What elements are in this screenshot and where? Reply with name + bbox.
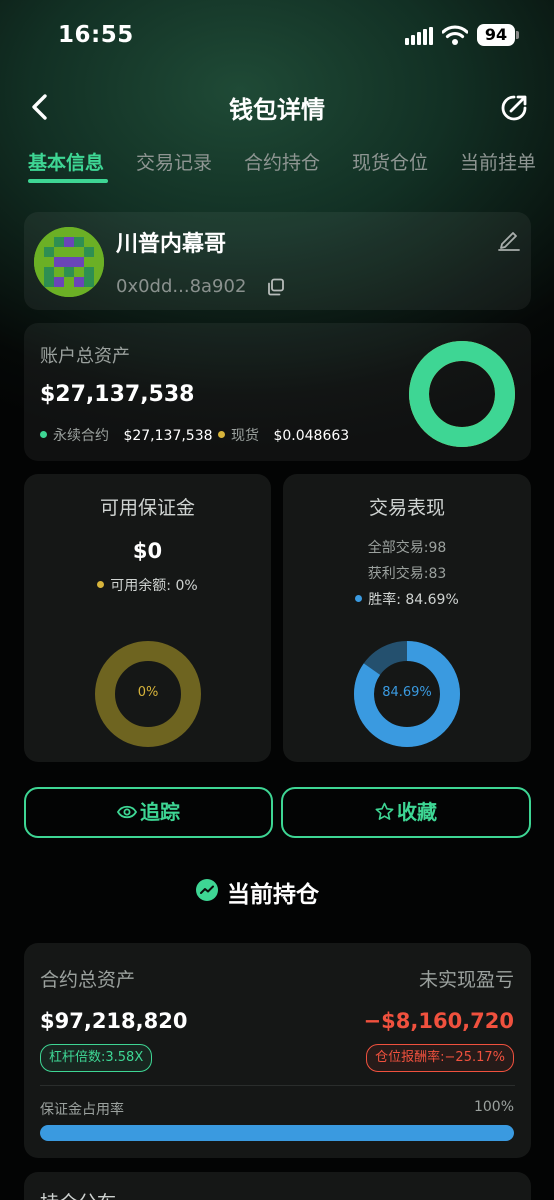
total-trades: 全部交易:98 [367,540,447,556]
tab-contract-positions[interactable]: 合约持仓 [244,148,320,175]
spot-dot [218,430,225,438]
wallet-name: 川普内幕哥 [116,232,227,257]
margin-title: 可用保证金 [99,497,195,519]
legend-perpetual-name: 永续合约 [53,428,109,444]
legend-spot: 现货 $0.048663 [218,425,349,445]
trend-icon [196,879,218,901]
wifi-icon [442,25,468,45]
roe-badge: 仓位报酬率:−25.17% [366,1044,514,1072]
legend-spot-value: $0.048663 [273,428,350,444]
contract-assets-value: $97,218,820 [40,1009,188,1033]
contract-assets-label: 合约总资产 [40,969,136,991]
win-rate: 胜率: 84.69% [283,589,531,609]
tab-trade-history[interactable]: 交易记录 [136,148,212,175]
legend-perpetual: 永续合约 $27,137,538 [40,425,213,445]
leverage-badge: 杠杆倍数:3.58X [40,1044,153,1072]
divider [40,1085,515,1086]
battery-tip [516,31,519,39]
margin-value: $0 [132,539,163,563]
win-rate-label: 胜率: 84.69% [368,592,459,608]
position-distribution-title: 持仓分布 [40,1188,116,1200]
legend-perpetual-value: $27,137,538 [123,428,213,444]
positions-section-title: 当前持仓 [227,882,319,908]
unrealized-pnl-value: −$8,160,720 [363,1009,514,1033]
unrealized-pnl-label: 未实现盈亏 [418,969,514,991]
balance-dot [97,580,105,588]
margin-balance-label: 可用余额: 0% [110,578,198,594]
position-distribution-card: 持仓分布 [24,1172,531,1200]
page-title: 钱包详情 [229,96,325,124]
battery-indicator: 94 [477,24,515,46]
tab-open-orders[interactable]: 当前挂单 [460,148,536,175]
track-label: 追踪 [140,800,180,824]
performance-title: 交易表现 [368,497,445,519]
margin-usage-track [40,1125,514,1141]
star-icon [375,802,394,820]
edit-pencil-icon[interactable] [496,226,522,252]
margin-balance: 可用余额: 0% [24,575,271,595]
margin-usage-value: 100% [473,1099,514,1115]
tab-basic-info[interactable]: 基本信息 [28,148,104,175]
wallet-address: 0x0dd...8a902 [116,276,247,297]
total-assets-label: 账户总资产 [40,346,130,367]
eye-icon [116,805,138,818]
margin-donut-label: 0% [137,685,159,700]
win-rate-dot [355,594,363,602]
total-assets-donut [409,341,515,447]
margin-usage-fill [40,1125,514,1141]
margin-usage-label: 保证金占用率 [40,1102,124,1118]
copy-icon[interactable] [267,278,285,296]
cellular-signal-icon [405,27,433,45]
tab-spot-positions[interactable]: 现货仓位 [352,148,428,175]
profit-trades: 获利交易:83 [367,566,447,582]
legend-spot-name: 现货 [231,428,259,444]
track-button[interactable]: 追踪 [24,787,273,838]
favorite-button[interactable]: 收藏 [281,787,531,838]
favorite-label: 收藏 [397,800,437,824]
status-time: 16:55 [58,22,134,48]
active-tab-indicator [28,179,108,183]
win-rate-donut-label: 84.69% [382,685,432,700]
avatar [34,227,104,297]
perpetual-dot [40,430,47,438]
total-assets-value: $27,137,538 [40,382,195,407]
share-icon[interactable] [498,92,530,124]
perpetual-arc [409,341,515,447]
